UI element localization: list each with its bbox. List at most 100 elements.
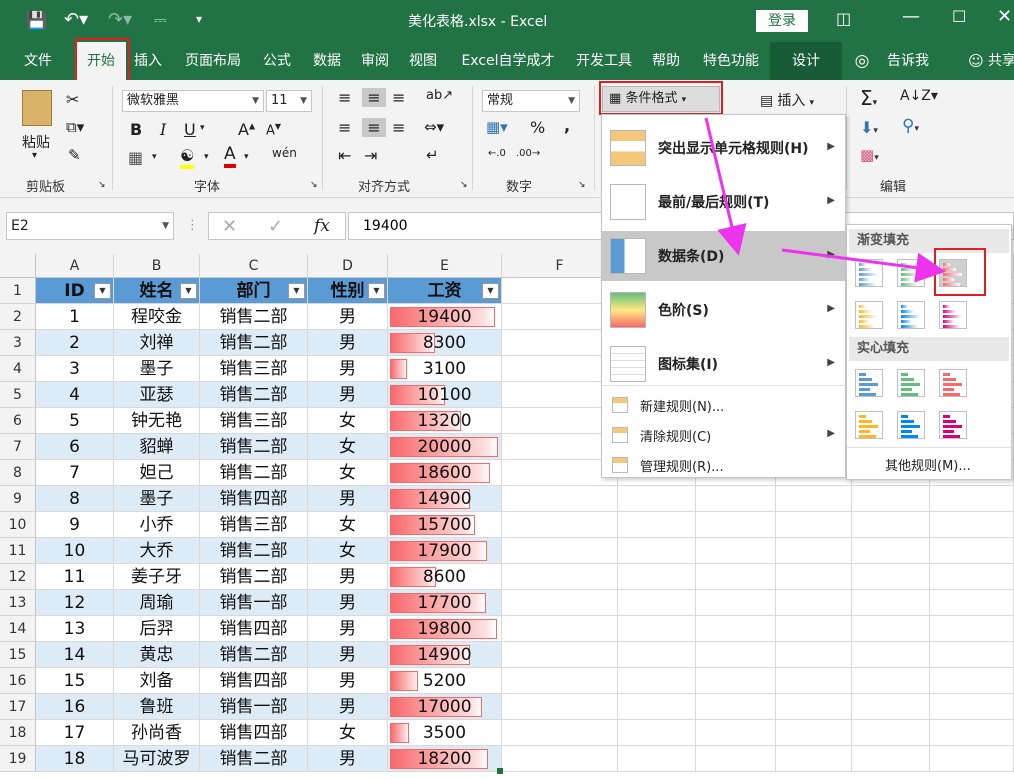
gradient-databar-option-icon[interactable] xyxy=(855,259,883,287)
column-header[interactable]: E xyxy=(388,254,502,278)
table-cell[interactable]: 男 xyxy=(308,382,388,408)
table-header-cell[interactable]: 工资 ▼ xyxy=(388,278,502,304)
table-cell[interactable]: 2 xyxy=(36,330,114,356)
table-cell[interactable]: 女 xyxy=(308,538,388,564)
empty-cell[interactable] xyxy=(776,720,852,746)
table-cell[interactable]: 14900 xyxy=(388,486,502,512)
find-select-icon[interactable]: ⚲▾ xyxy=(902,116,919,136)
empty-cell[interactable] xyxy=(502,694,618,720)
increase-decimal-icon[interactable]: ←.0 xyxy=(488,148,506,159)
underline-dropdown-icon[interactable]: ▾ xyxy=(200,123,205,133)
gradient-databar-option-icon[interactable] xyxy=(897,259,925,287)
table-header-cell[interactable]: ID ▼ xyxy=(36,278,114,304)
table-cell[interactable]: 10100 xyxy=(388,382,502,408)
row-header[interactable]: 11 xyxy=(0,538,36,564)
cf-menu-item[interactable]: 色阶(S) ▶ xyxy=(602,285,845,335)
borders-dropdown-icon[interactable]: ▾ xyxy=(152,152,157,162)
tab-insert[interactable]: 插入 xyxy=(128,42,168,80)
table-cell[interactable]: 女 xyxy=(308,720,388,746)
customize-qat-icon[interactable]: ▾ xyxy=(196,12,202,26)
text-orientation-icon[interactable]: ab↗ xyxy=(426,88,453,103)
column-header[interactable]: B xyxy=(114,254,200,278)
table-cell[interactable]: 销售二部 xyxy=(200,564,308,590)
table-cell[interactable]: 销售二部 xyxy=(200,460,308,486)
row-header[interactable]: 4 xyxy=(0,356,36,382)
table-cell[interactable]: 1 xyxy=(36,304,114,330)
tab-data[interactable]: 数据 xyxy=(306,42,348,80)
row-header[interactable]: 10 xyxy=(0,512,36,538)
empty-cell[interactable] xyxy=(618,616,696,642)
table-cell[interactable]: 18200 xyxy=(388,746,502,772)
table-cell[interactable]: 8600 xyxy=(388,564,502,590)
align-bottom-icon[interactable]: ≡ xyxy=(392,88,405,107)
table-cell[interactable]: 墨子 xyxy=(114,356,200,382)
row-header[interactable]: 3 xyxy=(0,330,36,356)
table-cell[interactable]: 4 xyxy=(36,382,114,408)
empty-cell[interactable] xyxy=(502,590,618,616)
filter-dropdown-icon[interactable]: ▼ xyxy=(368,283,385,299)
table-cell[interactable]: 男 xyxy=(308,486,388,512)
close-icon[interactable]: ✕ xyxy=(997,6,1012,27)
solid-databar-option-icon[interactable] xyxy=(897,369,925,397)
number-format-select[interactable]: 常规 ▼ xyxy=(482,90,580,112)
wrap-text-icon[interactable]: ↵ xyxy=(426,146,439,164)
empty-cell[interactable] xyxy=(930,616,1014,642)
table-cell[interactable]: 14 xyxy=(36,642,114,668)
tab-formulas[interactable]: 公式 xyxy=(256,42,298,80)
tell-me-search[interactable]: 告诉我 xyxy=(880,42,936,80)
share-button[interactable]: 共享 xyxy=(988,42,1014,80)
row-header[interactable]: 17 xyxy=(0,694,36,720)
table-cell[interactable]: 男 xyxy=(308,590,388,616)
empty-cell[interactable] xyxy=(852,590,930,616)
empty-cell[interactable] xyxy=(618,642,696,668)
table-cell[interactable]: 销售三部 xyxy=(200,356,308,382)
table-cell[interactable]: 销售二部 xyxy=(200,330,308,356)
comma-style-icon[interactable]: , xyxy=(564,116,570,135)
table-cell[interactable]: 8 xyxy=(36,486,114,512)
empty-cell[interactable] xyxy=(696,746,776,772)
table-cell[interactable]: 7 xyxy=(36,460,114,486)
table-cell[interactable]: 黄忠 xyxy=(114,642,200,668)
table-cell[interactable]: 程咬金 xyxy=(114,304,200,330)
column-header[interactable]: D xyxy=(308,254,388,278)
format-painter-icon[interactable]: ✎ xyxy=(68,146,81,164)
empty-cell[interactable] xyxy=(930,746,1014,772)
row-header[interactable]: 14 xyxy=(0,616,36,642)
cf-menu-item[interactable]: 图标集(I) ▶ xyxy=(602,339,845,389)
cf-menu-item[interactable]: 最前/最后规则(T) ▶ xyxy=(602,177,845,227)
table-cell[interactable]: 16 xyxy=(36,694,114,720)
align-center-icon[interactable]: ≡ xyxy=(362,118,386,137)
more-rules-item[interactable]: 其他规则(M)... xyxy=(885,455,971,474)
selection-fill-handle[interactable] xyxy=(497,768,503,774)
table-cell[interactable]: 钟无艳 xyxy=(114,408,200,434)
tab-design[interactable]: 设计 xyxy=(770,42,842,80)
empty-cell[interactable] xyxy=(696,564,776,590)
solid-databar-option-icon[interactable] xyxy=(855,369,883,397)
empty-cell[interactable] xyxy=(618,746,696,772)
empty-cell[interactable] xyxy=(930,590,1014,616)
redo-icon[interactable]: ↷▾ xyxy=(108,9,132,30)
font-size-select[interactable]: 11 ▼ xyxy=(266,90,312,112)
empty-cell[interactable] xyxy=(776,642,852,668)
empty-cell[interactable] xyxy=(776,538,852,564)
tab-page-layout[interactable]: 页面布局 xyxy=(180,42,246,80)
empty-cell[interactable] xyxy=(696,616,776,642)
table-cell[interactable]: 18 xyxy=(36,746,114,772)
column-header[interactable]: C xyxy=(200,254,308,278)
empty-cell[interactable] xyxy=(852,486,930,512)
empty-cell[interactable] xyxy=(696,486,776,512)
table-cell[interactable]: 男 xyxy=(308,746,388,772)
row-header[interactable]: 13 xyxy=(0,590,36,616)
empty-cell[interactable] xyxy=(776,590,852,616)
empty-cell[interactable] xyxy=(618,538,696,564)
table-cell[interactable]: 销售二部 xyxy=(200,746,308,772)
number-launcher-icon[interactable]: ↘ xyxy=(578,180,586,190)
empty-cell[interactable] xyxy=(930,694,1014,720)
table-cell[interactable]: 15 xyxy=(36,668,114,694)
empty-cell[interactable] xyxy=(852,512,930,538)
font-name-select[interactable]: 微软雅黑 ▼ xyxy=(122,90,264,112)
table-cell[interactable]: 销售三部 xyxy=(200,512,308,538)
cut-icon[interactable]: ✂ xyxy=(66,90,79,109)
select-all-corner[interactable] xyxy=(0,254,36,278)
merge-center-icon[interactable]: ⇔▾ xyxy=(424,118,444,136)
